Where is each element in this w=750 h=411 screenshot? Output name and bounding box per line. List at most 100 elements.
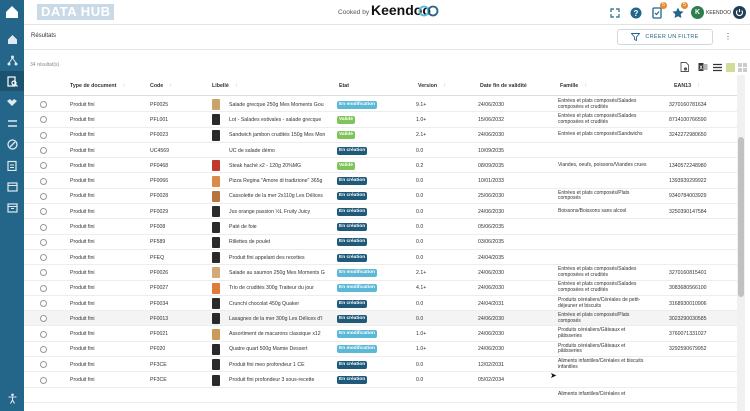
column-header-type[interactable]: Type de document ↑ <box>70 75 125 96</box>
cell-libelle[interactable] <box>229 388 329 403</box>
radio-button[interactable] <box>40 101 47 109</box>
sidebar-item-partners[interactable] <box>0 92 24 112</box>
radio-button[interactable] <box>40 147 47 155</box>
table-row[interactable]: Produit fini PF0034 Crunchi chocolat 450g … <box>24 296 737 312</box>
radio-button[interactable] <box>40 315 47 323</box>
table-row[interactable]: Aliments infantiles/Céréales et <box>24 388 737 403</box>
cell-libelle[interactable]: Jus orange passion ½L Fruity Juicy <box>229 204 329 219</box>
power-icon[interactable] <box>733 6 746 19</box>
sidebar-item-packaging[interactable] <box>0 176 24 196</box>
row-select-radio[interactable] <box>40 296 50 311</box>
row-select-radio[interactable] <box>40 311 50 326</box>
table-row[interactable]: Produit fini PF3CE Produit fini meo profon… <box>24 357 737 373</box>
sort-arrow-icon[interactable]: ↑ <box>443 83 446 89</box>
row-select-radio[interactable] <box>40 204 50 219</box>
help-icon[interactable]: ? <box>629 6 642 19</box>
table-row[interactable]: Produit fini PF0029 Jus orange passion ½L … <box>24 204 737 220</box>
fullscreen-icon[interactable] <box>608 6 621 19</box>
cell-libelle[interactable]: Lot - Salades estivales - salade grecque <box>229 112 329 127</box>
table-row[interactable]: Produit fini PF0025 Salade grecque 250g Me… <box>24 97 737 113</box>
cell-libelle[interactable]: Pizza Regina "Amore di tradizione" 365g <box>229 174 329 189</box>
radio-button[interactable] <box>40 330 47 338</box>
radio-button[interactable] <box>40 361 47 369</box>
row-select-radio[interactable] <box>40 357 50 372</box>
cell-libelle[interactable]: Steak haché x2 - 120g 20%MG <box>229 158 329 173</box>
row-select-radio[interactable] <box>40 158 50 173</box>
table-row[interactable]: Produit fini PF3CE Produit fini profondeur… <box>24 372 737 388</box>
sort-arrow-icon[interactable]: ↑ <box>169 83 172 89</box>
row-select-radio[interactable] <box>40 219 50 234</box>
row-select-radio[interactable] <box>40 372 50 387</box>
sidebar-item-search[interactable] <box>0 71 24 91</box>
table-row[interactable]: Produit fini PFEQ Produit fini appelant de… <box>24 250 737 266</box>
row-select-radio[interactable] <box>40 112 50 127</box>
radio-button[interactable] <box>40 208 47 216</box>
row-select-radio[interactable] <box>40 265 50 280</box>
radio-button[interactable] <box>40 345 47 353</box>
radio-button[interactable] <box>40 116 47 124</box>
table-row[interactable]: Produit fini PF008 Paté de foie En création… <box>24 219 737 235</box>
cell-libelle[interactable]: Assortiment de macarons classique x12 <box>229 327 329 342</box>
row-select-radio[interactable] <box>40 281 50 296</box>
cell-libelle[interactable]: Produit fini profondeur 3 sous-recette <box>229 372 329 387</box>
cell-libelle[interactable]: Lasagnes de la mer 300g Les Délices d'I <box>229 311 329 326</box>
row-select-radio[interactable] <box>40 235 50 250</box>
grid-view-alt-icon[interactable] <box>738 59 748 72</box>
sidebar-item-network[interactable] <box>0 50 24 70</box>
table-row[interactable]: Produit fini PFL001 Lot - Salades estivale… <box>24 112 737 128</box>
row-select-radio[interactable] <box>40 128 50 143</box>
row-select-radio[interactable] <box>40 189 50 204</box>
column-header-code[interactable]: Code ↑ <box>150 75 172 96</box>
more-options-icon[interactable]: ⋮ <box>724 32 732 42</box>
table-row[interactable]: Produit fini PF0027 Trio de crudités 300g … <box>24 281 737 296</box>
table-row[interactable]: Produit fini PF0468 Steak haché x2 - 120g … <box>24 158 737 174</box>
sidebar-item-planning[interactable] <box>0 197 24 217</box>
row-select-radio[interactable] <box>40 97 50 112</box>
table-row[interactable]: Produit fini PF020 Quatre quart 500g Mamie… <box>24 342 737 358</box>
sort-arrow-icon[interactable]: ↑ <box>235 83 238 89</box>
sidebar-item-accessibility[interactable] <box>0 388 24 408</box>
radio-button[interactable] <box>40 223 47 231</box>
sort-arrow-icon[interactable]: ↑ <box>584 83 587 89</box>
create-filter-button[interactable]: CRÉER UN FILTRE <box>617 29 713 45</box>
grid-view-icon[interactable] <box>726 59 736 72</box>
user-name[interactable]: KEENDOO <box>706 10 731 16</box>
pdf-export-icon[interactable] <box>680 59 690 72</box>
home-logo[interactable] <box>0 0 24 25</box>
sidebar-item-specs[interactable] <box>0 155 24 175</box>
radio-button[interactable] <box>40 131 47 139</box>
star-icon[interactable]: 5 <box>671 2 688 19</box>
sort-arrow-icon[interactable]: ↑ <box>524 75 527 96</box>
radio-button[interactable] <box>40 192 47 200</box>
app-brand[interactable]: DATA HUB <box>37 4 115 20</box>
sort-arrow-icon[interactable]: ↑ <box>122 83 125 89</box>
table-row[interactable]: Produit fini PF0066 Pizza Regina "Amore di… <box>24 174 737 189</box>
table-row[interactable]: Produit fini UC4569 UC de salade démo En cr… <box>24 143 737 159</box>
column-header-etat[interactable]: Etat <box>339 75 349 96</box>
cell-libelle[interactable]: Paté de foie <box>229 219 329 234</box>
sidebar-item-home[interactable] <box>0 29 24 49</box>
table-row[interactable]: Produit fini PF0026 Salade au saumon 250g … <box>24 265 737 281</box>
cell-libelle[interactable]: Sandwich jambon crudités 150g Mes Mon <box>229 128 329 143</box>
radio-button[interactable] <box>40 177 47 185</box>
cell-libelle[interactable]: UC de salade démo <box>229 143 329 158</box>
column-header-ean[interactable]: EAN13 ↑ <box>674 75 700 96</box>
cell-libelle[interactable]: Salade au saumon 250g Mes Moments G <box>229 265 329 280</box>
tasks-icon[interactable]: 5 <box>650 2 667 19</box>
excel-export-icon[interactable]: X <box>698 59 708 71</box>
table-row[interactable]: Produit fini PF0013 Lasagnes de la mer 300… <box>24 311 737 327</box>
radio-button[interactable] <box>40 376 47 384</box>
radio-button[interactable] <box>40 284 47 292</box>
row-select-radio[interactable] <box>40 143 50 158</box>
table-row[interactable]: Produit fini PF0023 Sandwich jambon crudit… <box>24 128 737 143</box>
sidebar-item-nutrition[interactable] <box>0 134 24 154</box>
radio-button[interactable] <box>40 300 47 308</box>
table-row[interactable]: Produit fini PF589 Rillettes de poulet En c… <box>24 235 737 250</box>
column-header-version[interactable]: Version ↑ <box>418 75 446 96</box>
radio-button[interactable] <box>40 254 47 262</box>
avatar[interactable]: K <box>691 6 704 19</box>
cell-libelle[interactable]: Produit fini meo profondeur 1 CE <box>229 357 329 372</box>
scrollbar-thumb[interactable] <box>738 137 744 297</box>
table-row[interactable]: Produit fini PF0021 Assortiment de macaron… <box>24 327 737 342</box>
row-select-radio[interactable] <box>40 327 50 342</box>
